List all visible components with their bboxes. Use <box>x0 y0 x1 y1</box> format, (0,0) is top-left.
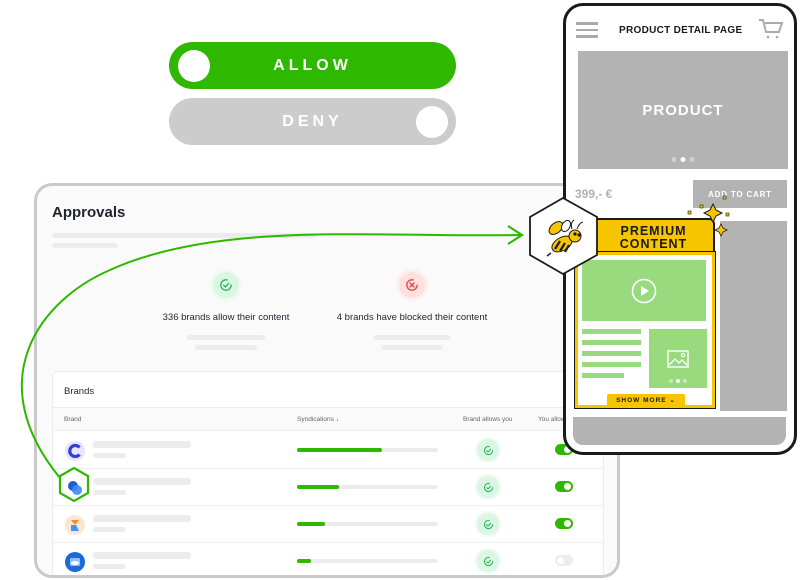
allow-toggle[interactable]: ALLOW <box>169 42 456 89</box>
carousel-dot[interactable] <box>680 157 686 162</box>
brands-table: Brands Brand Syndications ↓ Brand allows… <box>52 371 604 575</box>
column-syndications[interactable]: Syndications ↓ <box>297 416 339 423</box>
table-header: Brand Syndications ↓ Brand allows you Yo… <box>53 407 603 431</box>
brands-title: Brands <box>64 386 95 397</box>
image-icon <box>667 349 689 368</box>
check-circle-icon <box>477 513 499 535</box>
cart-icon[interactable] <box>758 18 784 40</box>
carousel-dot[interactable] <box>683 379 687 383</box>
stat-allowed: 336 brands allow their content <box>126 272 326 350</box>
x-circle-icon <box>399 272 425 298</box>
deny-label: DENY <box>282 112 343 130</box>
brand-logo-r-icon <box>65 515 85 535</box>
carousel-dots[interactable] <box>671 157 695 162</box>
syndications-bar <box>297 448 438 452</box>
placeholder-block <box>720 221 787 411</box>
you-allow-switch[interactable] <box>555 518 573 529</box>
column-brand-allows-you[interactable]: Brand allows you <box>463 416 513 423</box>
check-circle-icon <box>477 439 499 461</box>
syndications-bar-fill <box>297 522 326 526</box>
column-brand[interactable]: Brand <box>64 416 81 423</box>
carousel-dot[interactable] <box>676 379 680 383</box>
skeleton-brand-sub <box>93 490 126 495</box>
check-circle-icon <box>213 272 239 298</box>
syndications-bar <box>297 485 438 489</box>
text-line <box>582 362 641 367</box>
table-row[interactable] <box>53 506 603 543</box>
allow-label: ALLOW <box>273 56 352 74</box>
switch-knob <box>564 520 571 527</box>
brand-logo-circles-icon <box>65 478 85 498</box>
carousel-dot[interactable] <box>689 157 695 162</box>
skeleton-brand-name <box>93 478 191 485</box>
skeleton-brand-sub <box>93 527 126 532</box>
check-circle-icon <box>477 476 499 498</box>
skeleton-line <box>195 345 257 350</box>
text-line <box>582 351 641 356</box>
stat-blocked: 4 brands have blocked their content <box>312 272 512 350</box>
price: 399,- € <box>575 187 613 201</box>
chevron-down-icon: ⌄ <box>669 397 676 404</box>
show-more-label: SHOW MORE <box>616 396 667 404</box>
deny-toggle[interactable]: DENY <box>169 98 456 145</box>
you-allow-switch[interactable] <box>555 481 573 492</box>
column-syndications-label: Syndications <box>297 416 334 423</box>
image-carousel-dots[interactable] <box>669 379 687 383</box>
text-line <box>582 329 641 334</box>
skeleton-brand-sub <box>93 453 126 458</box>
premium-content-tab: PREMIUM CONTENT <box>592 218 715 255</box>
skeleton-line <box>381 345 443 350</box>
premium-label-line2: CONTENT <box>619 236 688 251</box>
switch-knob <box>564 483 571 490</box>
approvals-panel: Approvals 336 brands allow their content… <box>34 183 620 578</box>
text-line <box>582 340 641 345</box>
video-placeholder[interactable] <box>582 260 706 321</box>
skeleton-line <box>52 243 118 248</box>
placeholder-footer <box>573 417 786 445</box>
text-line <box>582 373 624 378</box>
brand-logo-blue-box-icon <box>65 552 85 572</box>
carousel-dot[interactable] <box>671 157 677 162</box>
table-row[interactable] <box>53 432 603 469</box>
phone-page-title: PRODUCT DETAIL PAGE <box>619 25 743 36</box>
column-you-allow[interactable]: You allow <box>538 416 566 423</box>
brand-logo-c-icon <box>65 441 85 461</box>
check-circle-icon <box>477 550 499 572</box>
carousel-dot[interactable] <box>669 379 673 383</box>
syndications-bar <box>297 522 438 526</box>
skeleton-line <box>373 335 451 340</box>
skeleton-line <box>52 233 316 238</box>
toggle-knob <box>178 50 210 82</box>
sort-down-icon: ↓ <box>335 416 339 423</box>
premium-label-line1: PREMIUM <box>620 223 687 238</box>
toggle-knob <box>416 106 448 138</box>
table-row[interactable] <box>53 469 603 506</box>
product-label: PRODUCT <box>642 101 724 119</box>
page-title: Approvals <box>52 204 126 221</box>
stat-text: 336 brands allow their content <box>162 312 290 323</box>
table-row[interactable] <box>53 543 603 575</box>
syndications-bar-fill <box>297 559 312 563</box>
syndications-bar <box>297 559 438 563</box>
image-placeholder <box>649 329 707 388</box>
play-icon[interactable] <box>631 278 657 304</box>
syndications-bar-fill <box>297 485 340 489</box>
add-to-cart-button[interactable]: ADD TO CART <box>693 180 787 208</box>
skeleton-brand-sub <box>93 564 126 569</box>
show-more-button[interactable]: SHOW MORE ⌄ <box>607 394 685 406</box>
skeleton-line <box>187 335 265 340</box>
switch-knob <box>557 557 564 564</box>
skeleton-brand-name <box>93 441 191 448</box>
hamburger-menu-icon[interactable] <box>576 22 598 38</box>
skeleton-brand-name <box>93 515 191 522</box>
skeleton-brand-name <box>93 552 191 559</box>
product-image: PRODUCT <box>578 51 788 169</box>
stat-text: 4 brands have blocked their content <box>336 312 488 323</box>
syndications-bar-fill <box>297 448 382 452</box>
premium-content-box: SHOW MORE ⌄ <box>574 251 716 409</box>
you-allow-switch[interactable] <box>555 555 573 566</box>
